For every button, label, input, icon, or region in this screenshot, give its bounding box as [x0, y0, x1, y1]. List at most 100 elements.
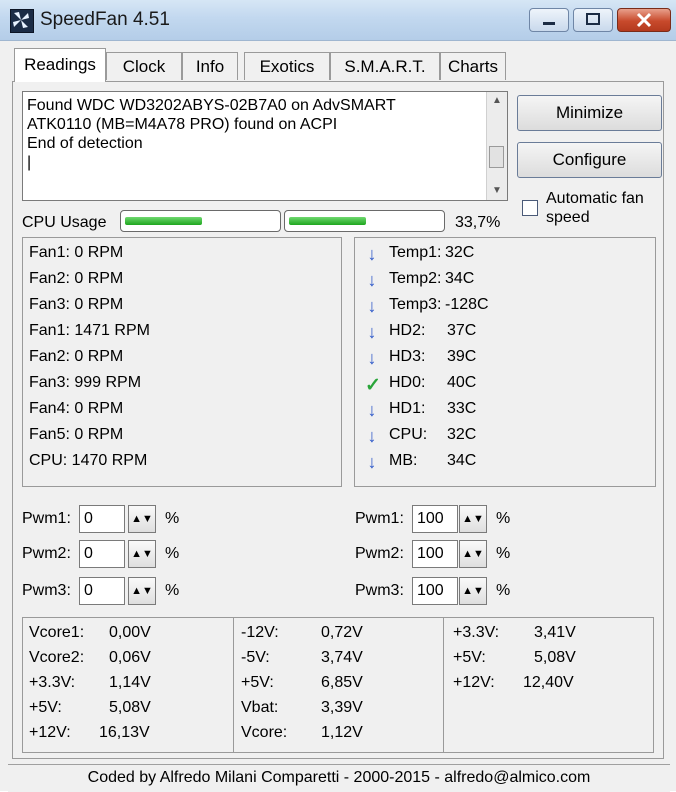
cpu-core2-fill: [289, 217, 366, 225]
voltage-value: 0,06V: [109, 649, 151, 666]
voltage-label: -12V:: [241, 624, 279, 641]
cpu-usage-percent: 33,7%: [455, 214, 501, 231]
pwm3-right-input[interactable]: 100: [412, 577, 458, 605]
pwm-label: Pwm3:: [22, 582, 71, 599]
voltage-value: 3,74V: [321, 649, 363, 666]
voltage-label: -5V:: [241, 649, 270, 666]
pwm2-right-spinner-icon[interactable]: ▲▼: [459, 540, 487, 568]
log-line: |: [27, 154, 32, 171]
title-bar[interactable]: SpeedFan 4.51: [0, 0, 676, 41]
voltage-value: 1,14V: [109, 674, 151, 691]
pwm1-spinner-icon[interactable]: ▲▼: [128, 505, 156, 533]
pwm3-right-spinner-icon[interactable]: ▲▼: [459, 577, 487, 605]
voltage-value: 16,13V: [99, 724, 150, 741]
checkmark-icon: ✓: [365, 375, 381, 396]
fan-reading: Fan3: 999 RPM: [29, 374, 142, 391]
cpu-core2-bar: [284, 210, 445, 232]
pwm3-spinner-icon[interactable]: ▲▼: [128, 577, 156, 605]
minimize-window-button[interactable]: [529, 8, 569, 32]
detection-log[interactable]: Found WDC WD3202ABYS-02B7A0 on AdvSMART …: [22, 91, 508, 201]
pwm1-right-input[interactable]: 100: [412, 505, 458, 533]
pwm2-spinner-icon[interactable]: ▲▼: [128, 540, 156, 568]
pwm-unit: %: [165, 545, 180, 562]
temp-value: -128C: [445, 296, 489, 313]
voltage-value: 0,72V: [321, 624, 363, 641]
automatic-fan-speed-checkbox[interactable]: [522, 200, 538, 216]
voltage-label: +5V:: [453, 649, 486, 666]
fan-reading: Fan1: 0 RPM: [29, 244, 124, 261]
pwm-label: Pwm3:: [355, 582, 404, 599]
voltage-label: +3.3V:: [29, 674, 76, 691]
tab-clock[interactable]: Clock: [106, 52, 182, 80]
temp-value: 33C: [447, 400, 477, 417]
arrow-down-icon: ↓: [367, 322, 377, 342]
voltage-label: Vcore:: [241, 724, 288, 741]
log-line: ATK0110 (MB=M4A78 PRO) found on ACPI: [27, 116, 338, 133]
temp-label: Temp1:: [389, 244, 442, 261]
column-divider: [443, 618, 444, 752]
voltage-value: 6,85V: [321, 674, 363, 691]
temp-label: HD2:: [389, 322, 426, 339]
cpu-core1-bar: [120, 210, 281, 232]
pwm2-right-input[interactable]: 100: [412, 540, 458, 568]
temp-value: 34C: [445, 270, 475, 287]
fan-reading: Fan2: 0 RPM: [29, 270, 124, 287]
arrow-down-icon: ↓: [367, 426, 377, 446]
voltage-label: +12V:: [29, 724, 71, 741]
temp-label: HD0:: [389, 374, 426, 391]
temp-label: MB:: [389, 452, 418, 469]
temp-label: HD3:: [389, 348, 426, 365]
temp-value: 34C: [447, 452, 477, 469]
temp-value: 39C: [447, 348, 477, 365]
temp-label: CPU:: [389, 426, 428, 443]
fan-reading: Fan5: 0 RPM: [29, 426, 124, 443]
pwm-label: Pwm1:: [355, 510, 404, 527]
tab-info[interactable]: Info: [182, 52, 238, 80]
voltage-label: +5V:: [29, 699, 62, 716]
pwm1-right-spinner-icon[interactable]: ▲▼: [459, 505, 487, 533]
tab-smart[interactable]: S.M.A.R.T.: [330, 52, 440, 80]
configure-button[interactable]: Configure: [517, 142, 662, 178]
voltage-value: 1,12V: [321, 724, 363, 741]
temp-label: Temp2:: [389, 270, 442, 287]
maximize-window-button[interactable]: [573, 8, 613, 32]
voltage-label: Vbat:: [241, 699, 279, 716]
scroll-up-icon[interactable]: ▲: [487, 92, 507, 110]
pwm-unit: %: [165, 510, 180, 527]
scroll-thumb[interactable]: [489, 146, 504, 168]
tab-readings[interactable]: Readings: [14, 48, 106, 82]
cpu-core1-fill: [125, 217, 202, 225]
voltage-value: 3,41V: [534, 624, 576, 641]
arrow-down-icon: ↓: [367, 348, 377, 368]
fan-icon: [10, 9, 34, 33]
voltage-value: 0,00V: [109, 624, 151, 641]
voltage-value: 5,08V: [534, 649, 576, 666]
voltage-value: 12,40V: [523, 674, 574, 691]
voltage-label: +12V:: [453, 674, 495, 691]
temp-value: 32C: [447, 426, 477, 443]
pwm2-input[interactable]: 0: [79, 540, 125, 568]
arrow-down-icon: ↓: [367, 452, 377, 472]
log-line: End of detection: [27, 135, 143, 152]
temp-label: HD1:: [389, 400, 426, 417]
fan-reading: Fan4: 0 RPM: [29, 400, 124, 417]
log-scrollbar[interactable]: ▲ ▼: [486, 92, 507, 200]
fan-readings: Fan1: 0 RPM Fan2: 0 RPM Fan3: 0 RPM Fan1…: [22, 237, 342, 487]
temp-label: Temp3:: [389, 296, 442, 313]
scroll-down-icon[interactable]: ▼: [487, 182, 507, 200]
fan-reading: CPU: 1470 RPM: [29, 452, 148, 469]
voltage-value: 3,39V: [321, 699, 363, 716]
tab-charts[interactable]: Charts: [440, 52, 506, 80]
log-line: Found WDC WD3202ABYS-02B7A0 on AdvSMART: [27, 97, 396, 114]
tab-exotics[interactable]: Exotics: [244, 52, 330, 80]
close-window-button[interactable]: [617, 8, 671, 32]
fan-reading: Fan3: 0 RPM: [29, 296, 124, 313]
pwm3-input[interactable]: 0: [79, 577, 125, 605]
pwm1-input[interactable]: 0: [79, 505, 125, 533]
speedfan-window: SpeedFan 4.51 Readings Clock Info Exotic…: [0, 0, 676, 792]
temp-value: 32C: [445, 244, 475, 261]
fan-reading: Fan1: 1471 RPM: [29, 322, 150, 339]
column-divider: [233, 618, 234, 752]
minimize-button[interactable]: Minimize: [517, 95, 662, 131]
automatic-fan-speed-label: Automatic fan speed: [546, 190, 644, 226]
